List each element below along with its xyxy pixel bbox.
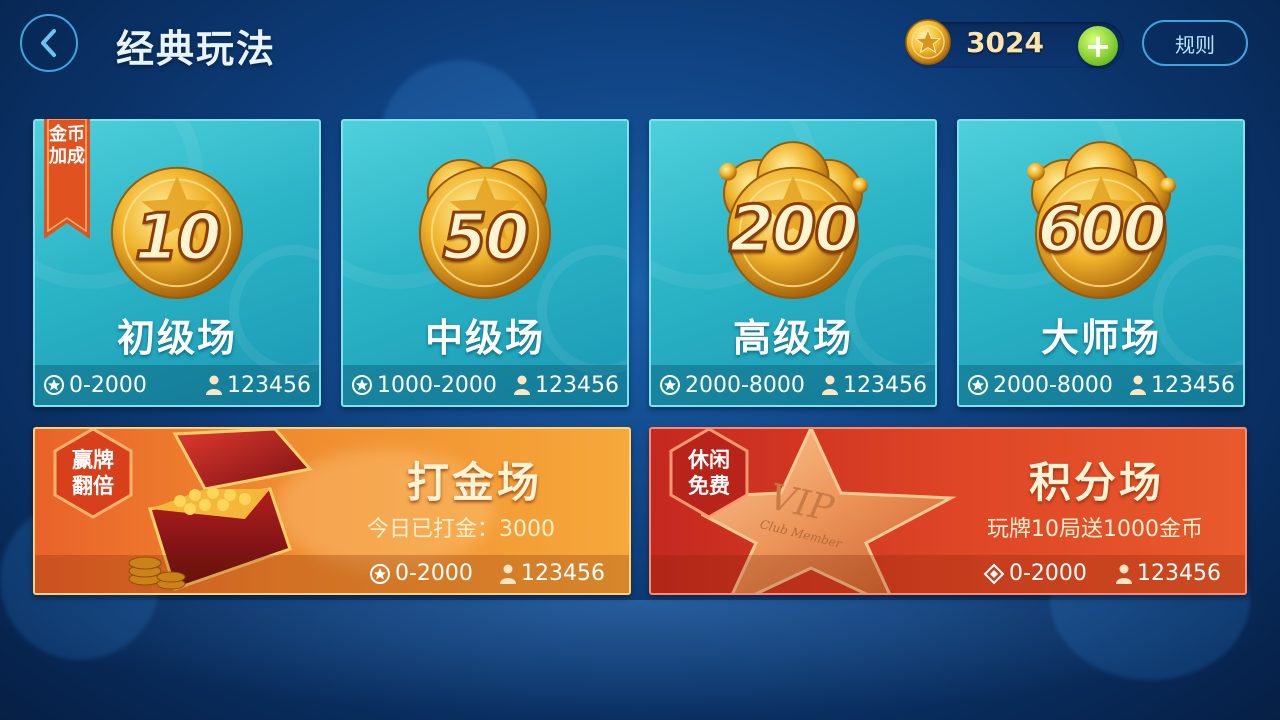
player-count-text: 123456 xyxy=(521,561,605,586)
room-card[interactable]: 50 中级场 1000-2000 123456 xyxy=(341,119,629,407)
player-count: 123456 xyxy=(821,373,927,398)
points-range: 0-2000 xyxy=(983,561,1087,586)
player-count: 123456 xyxy=(499,561,605,586)
player-count-text: 123456 xyxy=(227,372,311,398)
rules-button[interactable]: 规则 xyxy=(1142,20,1248,66)
room-footer: 0-2000 123456 xyxy=(35,365,319,405)
gold-coin-icon xyxy=(905,19,951,65)
room-footer: 0-2000 123456 xyxy=(651,555,1245,593)
hex-badge-label: 赢牌 翻倍 xyxy=(45,447,141,499)
coin-range-text: 0-2000 xyxy=(69,372,147,398)
room-footer: 2000-8000 123456 xyxy=(651,365,935,405)
floor-glow xyxy=(0,600,1280,720)
points-room-card[interactable]: VIP Club Member 休闲 免费 积分场 玩牌10局送1000金币 0… xyxy=(649,427,1247,595)
coin-range: 0-2000 xyxy=(369,561,473,586)
coin-range-text: 2000-8000 xyxy=(685,372,805,398)
gold-room-card[interactable]: 赢牌 翻倍 打金场 今日已打金：3000 0-2000 123456 xyxy=(33,427,631,595)
coin-range-text: 0-2000 xyxy=(395,561,473,586)
room-card[interactable]: 600 大师场 2000-8000 123456 xyxy=(957,119,1245,407)
player-count: 123456 xyxy=(513,373,619,398)
coin-outline-icon xyxy=(660,375,680,395)
room-name: 大师场 xyxy=(1040,316,1161,360)
room-subtitle: 今日已打金：3000 xyxy=(367,517,555,542)
coin-range: 0-2000 xyxy=(43,373,147,398)
coin-range-text: 1000-2000 xyxy=(377,372,497,398)
room-subtitle: 玩牌10局送1000金币 xyxy=(987,517,1203,542)
coin-outline-icon xyxy=(370,563,390,584)
player-count: 123456 xyxy=(205,373,311,398)
coin-range: 2000-8000 xyxy=(967,373,1113,398)
hex-badge-label: 休闲 免费 xyxy=(661,447,757,499)
add-coins-button[interactable]: + xyxy=(1078,26,1118,66)
player-count-text: 123456 xyxy=(535,372,619,398)
room-badge-number: 50 xyxy=(441,200,531,277)
room-footer: 0-2000 123456 xyxy=(35,555,629,593)
page-title: 经典玩法 xyxy=(116,27,277,71)
person-icon xyxy=(514,375,531,395)
room-name: 中级场 xyxy=(424,316,545,360)
room-name: 高级场 xyxy=(732,316,853,360)
person-icon xyxy=(206,375,223,395)
points-range-text: 0-2000 xyxy=(1009,561,1087,586)
bonus-ribbon-label: 金币 加成 xyxy=(44,124,90,168)
person-icon xyxy=(822,375,839,395)
coin-range: 2000-8000 xyxy=(659,373,805,398)
coin-range-text: 2000-8000 xyxy=(993,372,1113,398)
ribbon-line: 加成 xyxy=(49,146,85,167)
player-count-text: 123456 xyxy=(1137,561,1221,586)
badge-line: 翻倍 xyxy=(72,474,114,498)
room-footer: 2000-8000 123456 xyxy=(959,365,1243,405)
coin-outline-icon xyxy=(44,375,64,395)
room-name: 初级场 xyxy=(116,316,237,360)
person-icon xyxy=(1116,564,1132,584)
chevron-left-icon xyxy=(41,29,56,57)
room-title: 积分场 xyxy=(1029,458,1165,507)
badge-line: 休闲 xyxy=(688,448,730,472)
player-count: 123456 xyxy=(1115,561,1221,586)
coin-amount: 3024 xyxy=(966,26,1044,59)
coin-outline-icon xyxy=(352,375,372,395)
room-badge-number: 200 xyxy=(728,192,861,269)
badge-line: 免费 xyxy=(688,474,730,498)
room-footer: 1000-2000 123456 xyxy=(343,365,627,405)
room-badge-number: 600 xyxy=(1036,192,1169,269)
room-card[interactable]: 200 高级场 2000-8000 123456 xyxy=(649,119,937,407)
diamond-outline-icon xyxy=(983,563,1005,584)
person-icon xyxy=(500,564,516,584)
person-icon xyxy=(1130,375,1147,395)
coin-range: 1000-2000 xyxy=(351,373,497,398)
ribbon-line: 金币 xyxy=(49,124,85,145)
player-count: 123456 xyxy=(1129,373,1235,398)
coin-outline-icon xyxy=(968,375,988,395)
player-count-text: 123456 xyxy=(843,372,927,398)
player-count-text: 123456 xyxy=(1151,372,1235,398)
room-title: 打金场 xyxy=(407,458,543,507)
badge-line: 赢牌 xyxy=(72,448,114,472)
back-button[interactable] xyxy=(20,14,78,72)
plus-icon: + xyxy=(1084,27,1112,65)
